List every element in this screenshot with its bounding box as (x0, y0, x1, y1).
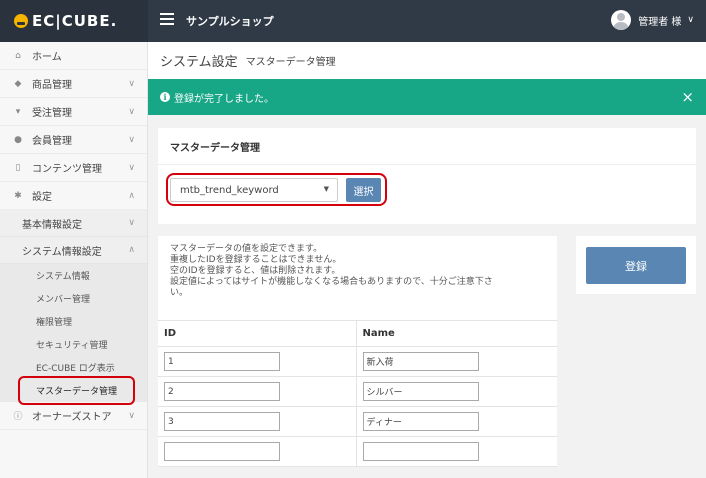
table-row (158, 346, 557, 377)
card-title: マスターデータ管理 (158, 128, 696, 165)
sidebar-item-label: 設定 (32, 192, 52, 203)
alert-message: 登録が完了しました。 (174, 93, 274, 105)
chevron-down-icon: ∨ (128, 410, 135, 421)
avatar-icon (611, 10, 632, 30)
sidebar-leaf-members[interactable]: メンバー管理 (0, 287, 147, 310)
chevron-down-icon: ∨ (128, 78, 135, 89)
sidebar-item-home[interactable]: ⌂ ホーム (0, 42, 147, 70)
description-line: 空のIDを登録すると、値は削除されます。 (170, 266, 341, 276)
sidebar-item-label: 会員管理 (32, 136, 72, 147)
sidebar-item-label: オーナーズストア (32, 412, 112, 423)
description-line: い。 (170, 288, 189, 298)
master-data-card: マスターデータの値を設定できます。 重複したIDを登録することはできません。 空… (158, 236, 557, 467)
chevron-down-icon: ∨ (128, 218, 135, 228)
user-label: 管理者 様 (638, 16, 682, 28)
gear-icon: ✱ (14, 190, 22, 201)
sidebar-sub-system-settings[interactable]: システム情報設定 ∧ (0, 237, 147, 264)
action-card: 登録 (576, 236, 696, 294)
main-content: システム設定 マスターデータ管理 i 登録が完了しました。 × マスターデータ管… (148, 42, 706, 478)
sidebar: ⌂ ホーム ◆ 商品管理 ∨ ▾ 受注管理 ∨ ● 会員管理 ∨ ▯ コンテンツ… (0, 42, 148, 478)
success-alert: i 登録が完了しました。 × (148, 79, 706, 115)
sidebar-item-label: 商品管理 (32, 80, 72, 91)
name-input[interactable] (362, 352, 479, 371)
sidebar-item-settings[interactable]: ✱ 設定 ∧ (0, 182, 147, 210)
id-input[interactable] (164, 382, 280, 401)
home-icon: ⌂ (15, 50, 21, 61)
cart-icon: ▾ (15, 106, 21, 117)
close-icon[interactable]: × (681, 88, 694, 106)
sidebar-item-label: ホーム (32, 52, 62, 63)
sidebar-sub-label: 基本情報設定 (22, 219, 82, 231)
master-data-table: ID Name (158, 320, 557, 467)
sidebar-item-label: コンテンツ管理 (32, 164, 102, 175)
sidebar-sub-label: システム情報設定 (22, 246, 102, 258)
sidebar-item-products[interactable]: ◆ 商品管理 ∨ (0, 70, 147, 98)
column-header-name: Name (356, 320, 557, 347)
chevron-up-icon: ∧ (128, 245, 135, 255)
table-row (158, 436, 557, 467)
name-input[interactable] (362, 412, 479, 431)
sidebar-leaf-authority[interactable]: 権限管理 (0, 310, 147, 333)
tag-icon: ◆ (14, 78, 22, 89)
master-select-card: マスターデータ管理 mtb_trend_keyword ▼ 選択 (158, 128, 696, 224)
page-header: システム設定 マスターデータ管理 (148, 42, 706, 79)
logo-text: EC|CUBE. (32, 12, 118, 30)
sidebar-sub-basic-settings[interactable]: 基本情報設定 ∨ (0, 210, 147, 237)
chevron-down-icon: ∨ (128, 162, 135, 173)
chevron-down-icon: ∨ (128, 106, 135, 117)
description-line: 設定値によってはサイトが機能しなくなる場合もありますので、十分ご注意下さ (170, 277, 493, 287)
table-row (158, 406, 557, 437)
logo[interactable]: EC|CUBE. (0, 0, 148, 42)
user-menu[interactable]: 管理者 様 ∨ (611, 10, 694, 30)
description-line: 重複したIDを登録することはできません。 (170, 255, 342, 265)
description-line: マスターデータの値を設定できます。 (170, 244, 323, 254)
sidebar-item-label: 受注管理 (32, 108, 72, 119)
page-title: システム設定 (160, 55, 238, 70)
highlight-box-select (166, 173, 387, 206)
info-icon: ⓘ (13, 412, 23, 422)
table-row (158, 376, 557, 407)
highlight-box-sidebar (18, 376, 135, 405)
chevron-down-icon: ∨ (687, 15, 694, 25)
register-button[interactable]: 登録 (586, 247, 686, 284)
sidebar-item-orders[interactable]: ▾ 受注管理 ∨ (0, 98, 147, 126)
logo-mark-icon (14, 14, 28, 28)
hamburger-menu-icon[interactable] (160, 13, 174, 25)
description: マスターデータの値を設定できます。 重複したIDを登録することはできません。 空… (158, 236, 557, 320)
page-subtitle: マスターデータ管理 (245, 57, 336, 68)
column-header-id: ID (158, 320, 357, 347)
name-input[interactable] (362, 442, 479, 461)
chevron-up-icon: ∧ (128, 190, 135, 201)
id-input[interactable] (164, 412, 280, 431)
sidebar-item-owners-store[interactable]: ⓘ オーナーズストア ∨ (0, 402, 147, 430)
file-icon: ▯ (15, 162, 21, 173)
top-bar: EC|CUBE. サンプルショップ 管理者 様 ∨ (0, 0, 706, 42)
id-input[interactable] (164, 442, 280, 461)
info-icon: i (160, 92, 170, 102)
sidebar-item-contents[interactable]: ▯ コンテンツ管理 ∨ (0, 154, 147, 182)
users-icon: ● (14, 134, 22, 145)
shop-name[interactable]: サンプルショップ (186, 13, 274, 29)
id-input[interactable] (164, 352, 280, 371)
sidebar-item-customers[interactable]: ● 会員管理 ∨ (0, 126, 147, 154)
chevron-down-icon: ∨ (128, 134, 135, 145)
sidebar-leaf-security[interactable]: セキュリティ管理 (0, 333, 147, 356)
name-input[interactable] (362, 382, 479, 401)
sidebar-leaf-system-info[interactable]: システム情報 (0, 264, 147, 287)
